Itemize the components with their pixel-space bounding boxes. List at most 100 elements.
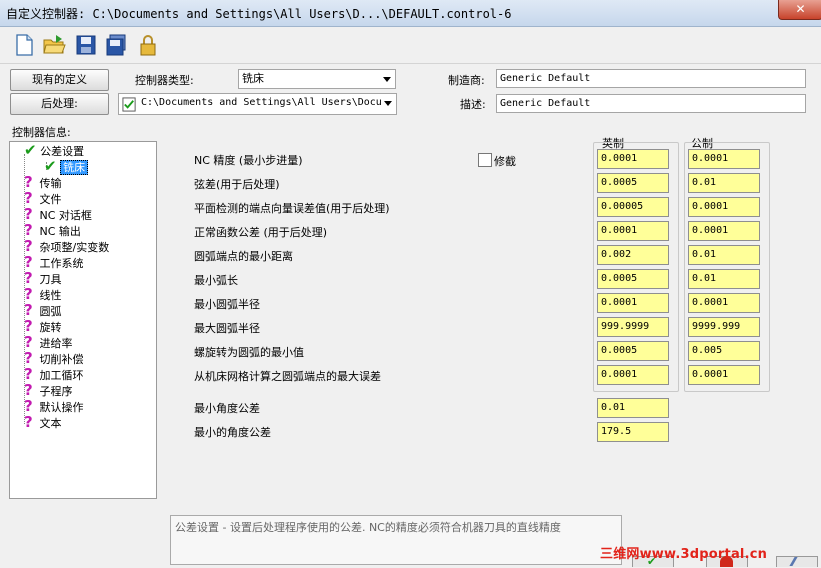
inch-value-input[interactable]: 0.0001 (597, 293, 669, 313)
tree-item-nc-output[interactable]: ? NC 输出 (24, 223, 81, 239)
tree-item-label: 子程序 (39, 385, 73, 398)
metric-value-input[interactable]: 0.0001 (688, 197, 760, 217)
tree-item-label: 文本 (39, 417, 62, 430)
question-icon: ? (24, 269, 33, 287)
watermark-text: 三维网www.3dportal.cn (600, 547, 768, 562)
row-label: 从机床网格计算之圆弧端点的最大误差 (194, 370, 381, 383)
tree-item-linear[interactable]: ? 线性 (24, 287, 62, 303)
tree-item-label: 切削补偿 (39, 353, 84, 366)
controller-info-tree[interactable]: ✔ 公差设置 ✔ 铣床 ? 传输 ? 文件 ? NC 对话框 ? NC 输出 ?… (9, 141, 157, 499)
existing-definitions-button[interactable]: 现有的定义 (10, 69, 109, 91)
metric-value-input[interactable]: 0.01 (688, 173, 760, 193)
tree-item-subprogram[interactable]: ? 子程序 (24, 381, 73, 399)
inch-value-input[interactable]: 0.00005 (597, 197, 669, 217)
help-text-box: 公差设置 - 设置后处理程序使用的公差. NC的精度必须符合机器刀具的直线精度 (170, 515, 622, 565)
question-icon: ? (24, 253, 33, 271)
metric-value-input[interactable]: 0.005 (688, 341, 760, 361)
tree-item-label: 工作系统 (39, 257, 84, 270)
lock-icon[interactable] (136, 33, 160, 57)
tree-item-transfer[interactable]: ? 传输 (24, 173, 62, 191)
tree-item-label: 刀具 (39, 273, 62, 286)
tree-item-label: 进给率 (39, 337, 73, 350)
modify-checkbox[interactable] (478, 153, 492, 167)
controller-type-value: 铣床 (242, 72, 264, 85)
metric-value-input[interactable]: 0.0001 (688, 149, 760, 169)
modify-label: 修截 (494, 155, 516, 168)
window-title: 自定义控制器: C:\Documents and Settings\All Us… (6, 7, 512, 21)
inch-value-input[interactable]: 0.002 (597, 245, 669, 265)
tree-item-work-system[interactable]: ? 工作系统 (24, 253, 84, 271)
post-path-value: C:\Documents and Settings\All Users\Docu (141, 97, 382, 108)
tree-item-label: 默认操作 (39, 401, 84, 414)
inch-value-input[interactable]: 0.0001 (597, 149, 669, 169)
tree-item-mill[interactable]: ✔ 铣床 (44, 157, 89, 175)
post-processor-button[interactable]: 后处理: (10, 93, 109, 115)
row-label: 正常函数公差 (用于后处理) (194, 226, 328, 239)
controller-type-select[interactable]: 铣床 (238, 69, 396, 89)
pencil-icon (789, 557, 807, 566)
new-file-icon[interactable] (12, 33, 36, 57)
tree-item-label: NC 对话框 (39, 209, 92, 222)
tree-item-label: NC 输出 (39, 225, 81, 238)
question-icon: ? (24, 173, 33, 191)
dropdown-arrow-icon (383, 77, 391, 82)
check-icon: ✔ (24, 141, 37, 159)
inch-value-input[interactable]: 0.0005 (597, 269, 669, 289)
description-label: 描述: (460, 98, 486, 111)
save-as-icon[interactable] (104, 33, 128, 57)
tree-item-label: 铣床 (60, 160, 89, 175)
manufacturer-label: 制造商: (448, 74, 485, 87)
save-icon[interactable] (74, 33, 98, 57)
question-icon: ? (24, 205, 33, 223)
help-button[interactable] (776, 556, 818, 567)
metric-value-input[interactable]: 0.0001 (688, 293, 760, 313)
question-icon: ? (24, 365, 33, 383)
angle-value-input[interactable]: 179.5 (597, 422, 669, 442)
angle-value-input[interactable]: 0.01 (597, 398, 669, 418)
dropdown-arrow-icon (384, 101, 392, 106)
tree-item-rotary[interactable]: ? 旋转 (24, 317, 62, 335)
tree-item-label: 线性 (39, 289, 62, 302)
tree-item-nc-dialog[interactable]: ? NC 对话框 (24, 205, 92, 223)
metric-value-input[interactable]: 0.01 (688, 245, 760, 265)
metric-value-input[interactable]: 9999.999 (688, 317, 760, 337)
question-icon: ? (24, 237, 33, 255)
question-icon: ? (24, 381, 33, 399)
tree-item-feedrate[interactable]: ? 进给率 (24, 335, 73, 351)
metric-value-input[interactable]: 0.0001 (688, 365, 760, 385)
question-icon: ? (24, 189, 33, 207)
tree-item-misc-vars[interactable]: ? 杂项整/实变数 (24, 237, 110, 255)
inch-value-input[interactable]: 999.9999 (597, 317, 669, 337)
tree-item-arc[interactable]: ? 圆弧 (24, 303, 62, 319)
tree-item-tolerance[interactable]: ✔ 公差设置 (24, 141, 84, 159)
tree-item-files[interactable]: ? 文件 (24, 189, 62, 207)
manufacturer-input[interactable]: Generic Default (496, 69, 806, 88)
angle-row-label: 最小角度公差 (194, 402, 260, 415)
tree-item-tools[interactable]: ? 刀具 (24, 269, 62, 287)
open-folder-icon[interactable] (42, 33, 66, 57)
tree-item-cutter-comp[interactable]: ? 切削补偿 (24, 351, 84, 367)
metric-value-input[interactable]: 0.0001 (688, 221, 760, 241)
row-label: 最小圆弧半径 (194, 298, 260, 311)
tree-item-canned-cycle[interactable]: ? 加工循环 (24, 365, 84, 383)
inch-value-input[interactable]: 0.0001 (597, 221, 669, 241)
inch-value-input[interactable]: 0.0005 (597, 341, 669, 361)
inch-value-input[interactable]: 0.0001 (597, 365, 669, 385)
close-button[interactable]: ✕ (778, 0, 821, 20)
row-label: 平面检测的端点向量误差值(用于后处理) (194, 202, 390, 215)
tree-item-text[interactable]: ? 文本 (24, 415, 62, 431)
tree-item-label: 文件 (39, 193, 62, 206)
tree-item-default-ops[interactable]: ? 默认操作 (24, 399, 84, 415)
check-icon: ✔ (44, 157, 57, 175)
row-label: 螺旋转为圆弧的最小值 (194, 346, 304, 359)
tree-item-label: 圆弧 (39, 305, 62, 318)
description-input[interactable]: Generic Default (496, 94, 806, 113)
metric-value-input[interactable]: 0.01 (688, 269, 760, 289)
tree-item-label: 杂项整/实变数 (39, 241, 110, 254)
question-icon: ? (24, 317, 33, 335)
inch-value-input[interactable]: 0.0005 (597, 173, 669, 193)
post-path-select[interactable]: C:\Documents and Settings\All Users\Docu (118, 93, 397, 115)
tree-item-label: 旋转 (39, 321, 62, 334)
tree-item-label: 加工循环 (39, 369, 84, 382)
row-label: 最大圆弧半径 (194, 322, 260, 335)
